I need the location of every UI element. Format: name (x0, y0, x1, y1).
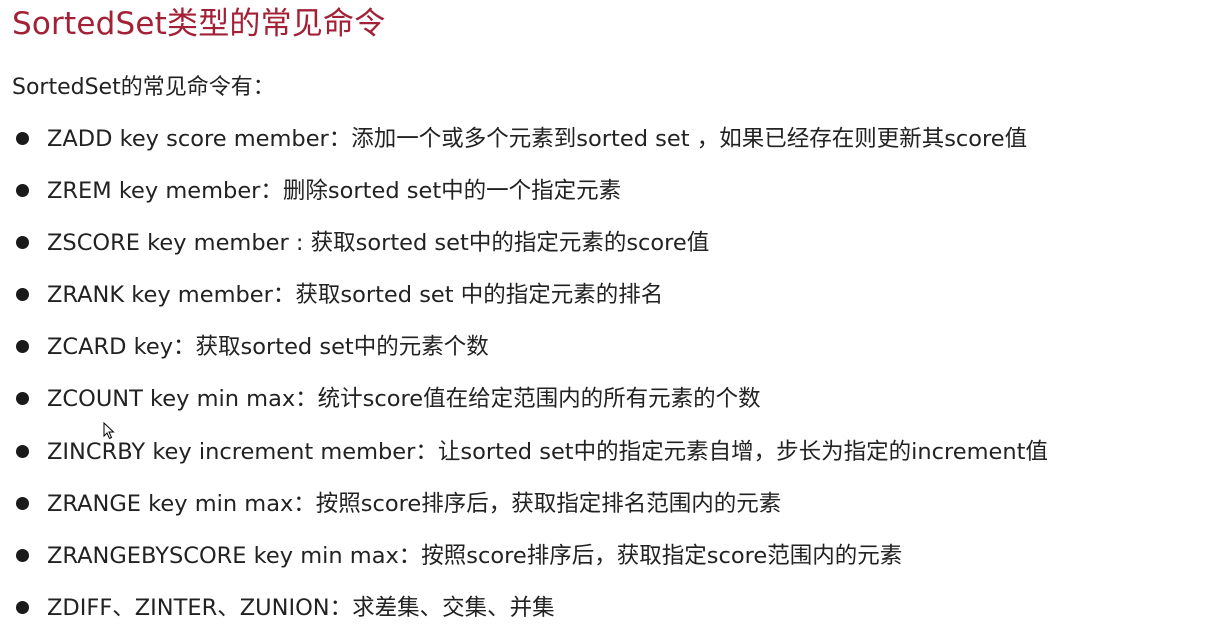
bullet-icon (16, 184, 29, 198)
command-text: ZRANGE key min max：按照score排序后，获取指定排名范围内的… (47, 490, 782, 517)
command-text: ZINCRBY key increment member：让sorted set… (47, 438, 1048, 465)
mouse-pointer-icon (103, 422, 115, 440)
bullet-icon (16, 392, 29, 406)
command-text: ZDIFF、ZINTER、ZUNION：求差集、交集、并集 (47, 594, 555, 621)
command-text: ZREM key member：删除sorted set中的一个指定元素 (47, 178, 622, 205)
bullet-icon (16, 236, 29, 250)
bullet-icon (16, 340, 29, 354)
bullet-icon (16, 496, 29, 510)
command-text: ZCOUNT key min max：统计score值在给定范围内的所有元素的个… (47, 386, 761, 413)
command-text: ZSCORE key member : 获取sorted set中的指定元素的s… (47, 230, 710, 257)
bullet-icon (16, 600, 29, 614)
bullet-icon (16, 548, 29, 562)
intro-text: SortedSet的常见命令有： (12, 75, 275, 100)
bullet-icon (16, 132, 29, 145)
bullet-icon (16, 444, 29, 458)
bullet-icon (16, 288, 29, 302)
command-text: ZRANK key member：获取sorted set 中的指定元素的排名 (47, 282, 664, 309)
slide: SortedSet类型的常见命令 SortedSet的常见命令有： ZADD k… (0, 0, 1212, 633)
command-text: ZRANGEBYSCORE key min max：按照score排序后，获取指… (47, 542, 903, 569)
command-text: ZADD key score member：添加一个或多个元素到sorted s… (47, 126, 1028, 152)
slide-title: SortedSet类型的常见命令 (12, 6, 386, 42)
command-text: ZCARD key：获取sorted set中的元素个数 (47, 334, 489, 361)
